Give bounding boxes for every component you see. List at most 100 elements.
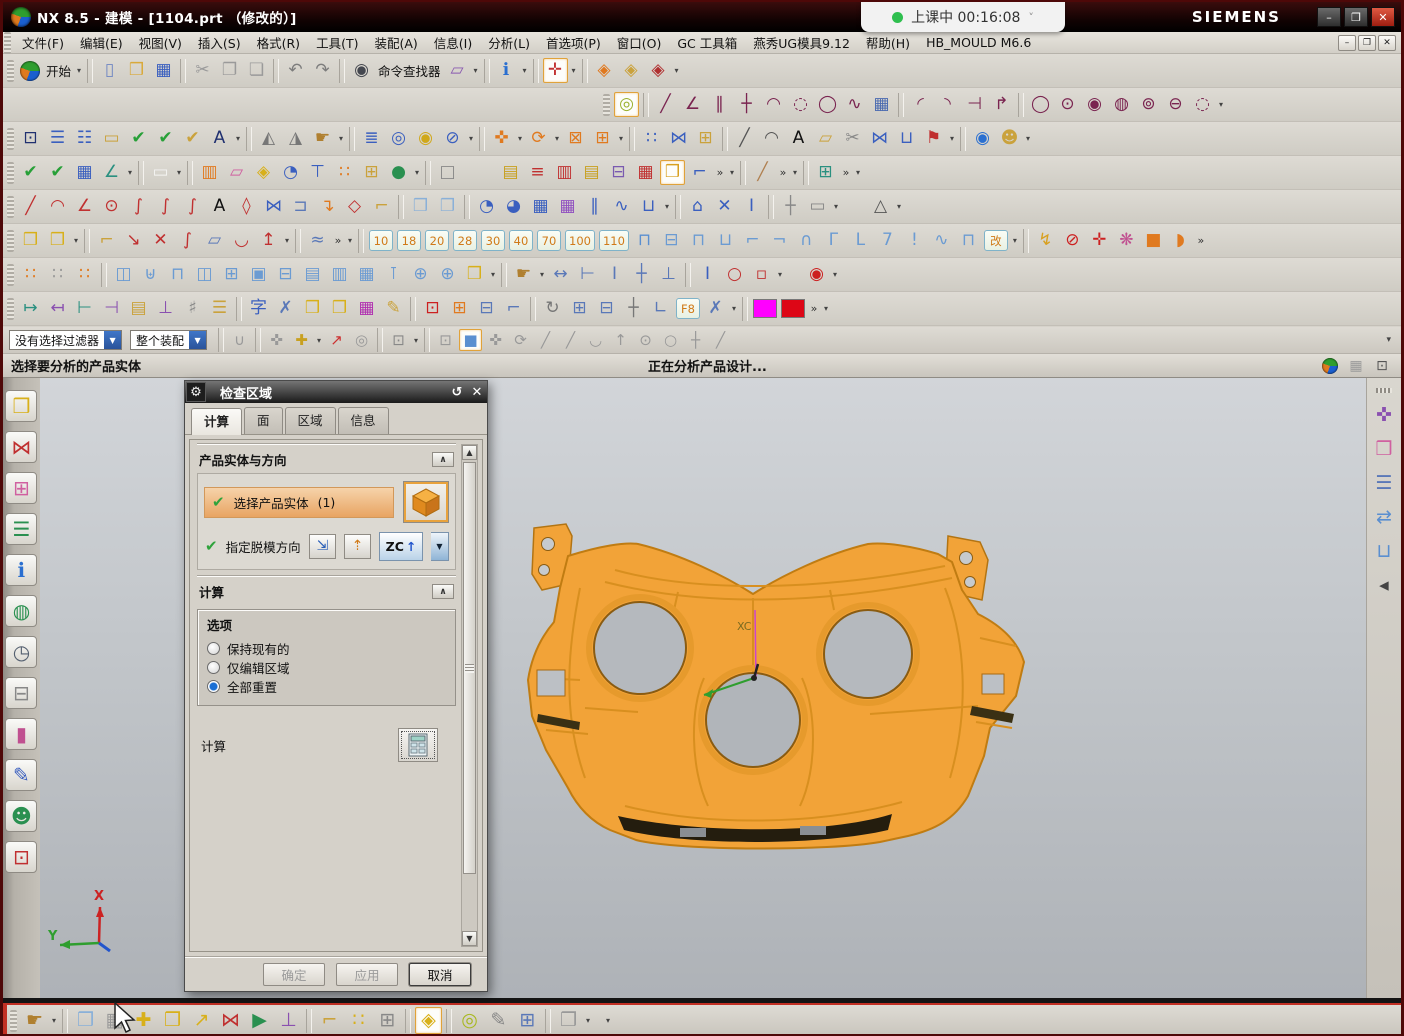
- find-component-button[interactable]: ☛: [21, 1007, 48, 1034]
- toolbar-dd[interactable]: ▾: [336, 134, 346, 143]
- angle-40-button[interactable]: 40: [509, 230, 533, 251]
- move-component-bottom-button[interactable]: ↗: [188, 1007, 215, 1034]
- moldbase-shape8-button[interactable]: L: [848, 228, 873, 253]
- dimension-h-button[interactable]: ↔: [548, 262, 573, 287]
- axis-csys-button[interactable]: ∟: [648, 296, 673, 321]
- visibility-button[interactable]: ◉: [970, 126, 995, 151]
- moldbase-shape6-button[interactable]: ∩: [794, 228, 819, 253]
- mirror-assembly-button[interactable]: ⋈: [217, 1007, 244, 1034]
- curve-arc-button[interactable]: ◠: [45, 194, 70, 219]
- moldbase-shape11-button[interactable]: ∿: [929, 228, 954, 253]
- pattern-list-button[interactable]: ☰: [1370, 469, 1398, 497]
- selection-scope-dropdown[interactable]: 整个装配 ▼: [130, 330, 207, 350]
- display-plane-button[interactable]: ▭: [148, 160, 173, 185]
- toolbar-dd[interactable]: ▾: [775, 270, 785, 279]
- form-task-button[interactable]: ⊞: [813, 160, 838, 185]
- text-char-button[interactable]: 字: [246, 296, 271, 321]
- variant-component-button[interactable]: ▶: [246, 1007, 273, 1034]
- toolbar-dd[interactable]: ▾: [174, 168, 184, 177]
- window-shape3-button[interactable]: ⊓: [165, 262, 190, 287]
- tube-surface-button[interactable]: ⊔: [894, 126, 919, 151]
- delete-face-button[interactable]: ⊠: [563, 126, 588, 151]
- color-grid-button[interactable]: ▦: [354, 296, 379, 321]
- tab-information[interactable]: 信息: [338, 407, 389, 434]
- window-shape4-button[interactable]: ◫: [192, 262, 217, 287]
- warp-sheet-button[interactable]: ◊: [234, 194, 259, 219]
- pan-view-button[interactable]: ✜: [484, 329, 507, 351]
- orange-frame-button[interactable]: ⊞: [447, 296, 472, 321]
- window-shape7-button[interactable]: ⊟: [273, 262, 298, 287]
- menu-item-帮助(H)[interactable]: 帮助(H): [858, 31, 918, 54]
- orange-sheet-button[interactable]: ◗: [1168, 228, 1193, 253]
- flatten-a-button[interactable]: ◭: [256, 126, 281, 151]
- toolbar-dd[interactable]: ▾: [466, 134, 476, 143]
- moldbase-shape9-button[interactable]: 7: [875, 228, 900, 253]
- toolbar-dd[interactable]: ▾: [894, 202, 904, 211]
- moldbase-shape1-button[interactable]: ⊟: [659, 228, 684, 253]
- wave-sheet-button[interactable]: ≈: [305, 228, 330, 253]
- snap-line1-button[interactable]: ╱: [534, 329, 557, 351]
- red-cube-box-button[interactable]: ⊡: [420, 296, 445, 321]
- sketch-shape-button[interactable]: ▱: [445, 58, 470, 83]
- open-assembly-button[interactable]: ❒: [72, 1007, 99, 1034]
- circle-quadrant-button[interactable]: ◍: [1109, 92, 1134, 117]
- mold-plate3-button[interactable]: ▥: [552, 160, 577, 185]
- dropdown-arrow-icon[interactable]: ▼: [104, 331, 121, 349]
- toolbar-dd[interactable]: ▾: [672, 66, 682, 75]
- sew-curve2-button[interactable]: ∫: [153, 194, 178, 219]
- angle-10-button[interactable]: 10: [369, 230, 393, 251]
- profile-chain-button[interactable]: ◎: [614, 92, 639, 117]
- trim-curve-button[interactable]: ⊣: [962, 92, 987, 117]
- color-palette-tab[interactable]: ▮: [5, 718, 37, 750]
- circle-point-button[interactable]: ⊙: [1055, 92, 1080, 117]
- dot-grid1-button[interactable]: ∷: [18, 262, 43, 287]
- scroll-down-button[interactable]: ▼: [462, 931, 477, 946]
- slide-right-button[interactable]: ↦: [18, 296, 43, 321]
- radio-button[interactable]: [207, 642, 220, 655]
- key-document-button[interactable]: ⌐: [94, 228, 119, 253]
- extend-curve-button[interactable]: ↱: [989, 92, 1014, 117]
- bend-tool-button[interactable]: ↴: [315, 194, 340, 219]
- yellow-box1-button[interactable]: ❒: [300, 296, 325, 321]
- toolbar-dd[interactable]: ▾: [412, 168, 422, 177]
- menu-item-分析(L)[interactable]: 分析(L): [480, 31, 538, 54]
- cylinder-split-button[interactable]: ⊟: [594, 296, 619, 321]
- u-curve-button[interactable]: ◡: [229, 228, 254, 253]
- window-shape8-button[interactable]: ▤: [300, 262, 325, 287]
- yellow-cube1-button[interactable]: ❒: [18, 228, 43, 253]
- window-shape5-button[interactable]: ⊞: [219, 262, 244, 287]
- datum-cross-button[interactable]: ┼: [778, 194, 803, 219]
- mold-plate1-button[interactable]: ▤: [498, 160, 523, 185]
- sequence-button[interactable]: ⊞: [374, 1007, 401, 1034]
- close-button[interactable]: ✕: [1371, 7, 1395, 27]
- selection-bar-overflow[interactable]: ▾: [1386, 335, 1391, 345]
- start-menu-dropdown[interactable]: ▾: [74, 66, 84, 75]
- insert-grid-button[interactable]: ▤: [126, 296, 151, 321]
- arc-corner2-button[interactable]: ◝: [935, 92, 960, 117]
- dialog-reposition-icon[interactable]: ↺: [447, 385, 467, 400]
- check-table-button[interactable]: ▦: [72, 160, 97, 185]
- save-button[interactable]: ▦: [151, 58, 176, 83]
- toolbar-dd[interactable]: ▾: [537, 270, 547, 279]
- mirror-feature-button[interactable]: ⋈: [666, 126, 691, 151]
- toolbar-dd[interactable]: ▾: [411, 336, 421, 345]
- shaded-view-button[interactable]: ■: [459, 329, 482, 351]
- system-materials-tab[interactable]: ⊟: [5, 677, 37, 709]
- scrollbar-thumb[interactable]: [463, 462, 476, 874]
- toolbar-dd[interactable]: ▾: [282, 236, 292, 245]
- angle-30-button[interactable]: 30: [481, 230, 505, 251]
- status-window-button[interactable]: ⊡: [1372, 356, 1392, 376]
- snap-ring-button[interactable]: ○: [659, 329, 682, 351]
- start-menu-button[interactable]: 开始: [43, 61, 74, 80]
- snap-line2-button[interactable]: ╱: [559, 329, 582, 351]
- color-swatch-red[interactable]: [781, 299, 805, 318]
- lifter1-button[interactable]: ⊢: [72, 296, 97, 321]
- divide-line-button[interactable]: ╱: [750, 160, 775, 185]
- lightning-button[interactable]: ↯: [1033, 228, 1058, 253]
- toolbar-dd[interactable]: ▾: [569, 66, 579, 75]
- toolbar-dd[interactable]: ▾: [947, 134, 957, 143]
- circle-target2-button[interactable]: ⊕: [435, 262, 460, 287]
- rotate-sheet-button[interactable]: ↻: [540, 296, 565, 321]
- toolbar-ovf[interactable]: »: [331, 234, 345, 247]
- toolbar-dd[interactable]: ▾: [552, 134, 562, 143]
